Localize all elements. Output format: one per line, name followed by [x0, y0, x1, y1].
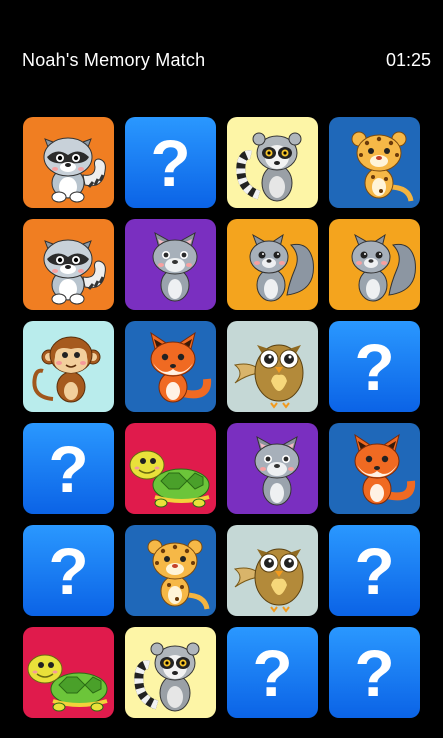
card-owl[interactable]: [227, 321, 318, 412]
question-mark-icon: ?: [48, 533, 89, 608]
card-fox[interactable]: [125, 321, 216, 412]
squirrel-icon: [351, 233, 416, 302]
card-hidden[interactable]: ?: [227, 627, 318, 718]
card-wolf[interactable]: [227, 423, 318, 514]
turtle-icon: [27, 654, 108, 712]
turtle-icon: [129, 450, 210, 508]
card-owl[interactable]: [227, 525, 318, 616]
raccoon-icon: [43, 137, 106, 203]
wolf-icon: [152, 231, 198, 302]
question-mark-icon: ?: [354, 329, 395, 404]
game-title: Noah's Memory Match: [22, 50, 206, 70]
squirrel-icon: [249, 233, 314, 302]
card-squirrel[interactable]: [329, 219, 420, 310]
card-hidden[interactable]: ?: [125, 117, 216, 208]
card-hidden[interactable]: ?: [329, 525, 420, 616]
question-mark-icon: ?: [48, 431, 89, 506]
leopard-icon: [147, 539, 210, 610]
game-timer: 01:25: [385, 50, 431, 70]
fox-icon: [150, 331, 212, 403]
card-turtle[interactable]: [23, 627, 114, 718]
question-mark-icon: ?: [252, 635, 293, 710]
card-hidden[interactable]: ?: [23, 423, 114, 514]
card-hidden[interactable]: ?: [329, 627, 420, 718]
raccoon-icon: [43, 239, 106, 305]
card-turtle[interactable]: [125, 423, 216, 514]
monkey-icon: [32, 336, 101, 403]
owl-icon: [233, 344, 304, 409]
header-bar: Noah's Memory Match 01:25: [0, 0, 443, 110]
card-wolf[interactable]: [125, 219, 216, 310]
lemur-icon: [236, 132, 302, 202]
card-fox[interactable]: [329, 423, 420, 514]
card-raccoon[interactable]: [23, 219, 114, 310]
card-leopard[interactable]: [329, 117, 420, 208]
card-hidden[interactable]: ?: [23, 525, 114, 616]
question-mark-icon: ?: [354, 635, 395, 710]
question-mark-icon: ?: [354, 533, 395, 608]
fox-icon: [354, 433, 416, 505]
card-hidden[interactable]: ?: [329, 321, 420, 412]
card-lemur[interactable]: [125, 627, 216, 718]
wolf-icon: [254, 435, 300, 506]
card-raccoon[interactable]: [23, 117, 114, 208]
question-mark-icon: ?: [150, 125, 191, 200]
leopard-icon: [351, 131, 414, 202]
card-lemur[interactable]: [227, 117, 318, 208]
card-grid: ? ? ? ? ? ? ?: [23, 117, 420, 718]
card-squirrel[interactable]: [227, 219, 318, 310]
owl-icon: [233, 548, 304, 613]
card-leopard[interactable]: [125, 525, 216, 616]
lemur-icon: [134, 642, 200, 712]
card-monkey[interactable]: [23, 321, 114, 412]
